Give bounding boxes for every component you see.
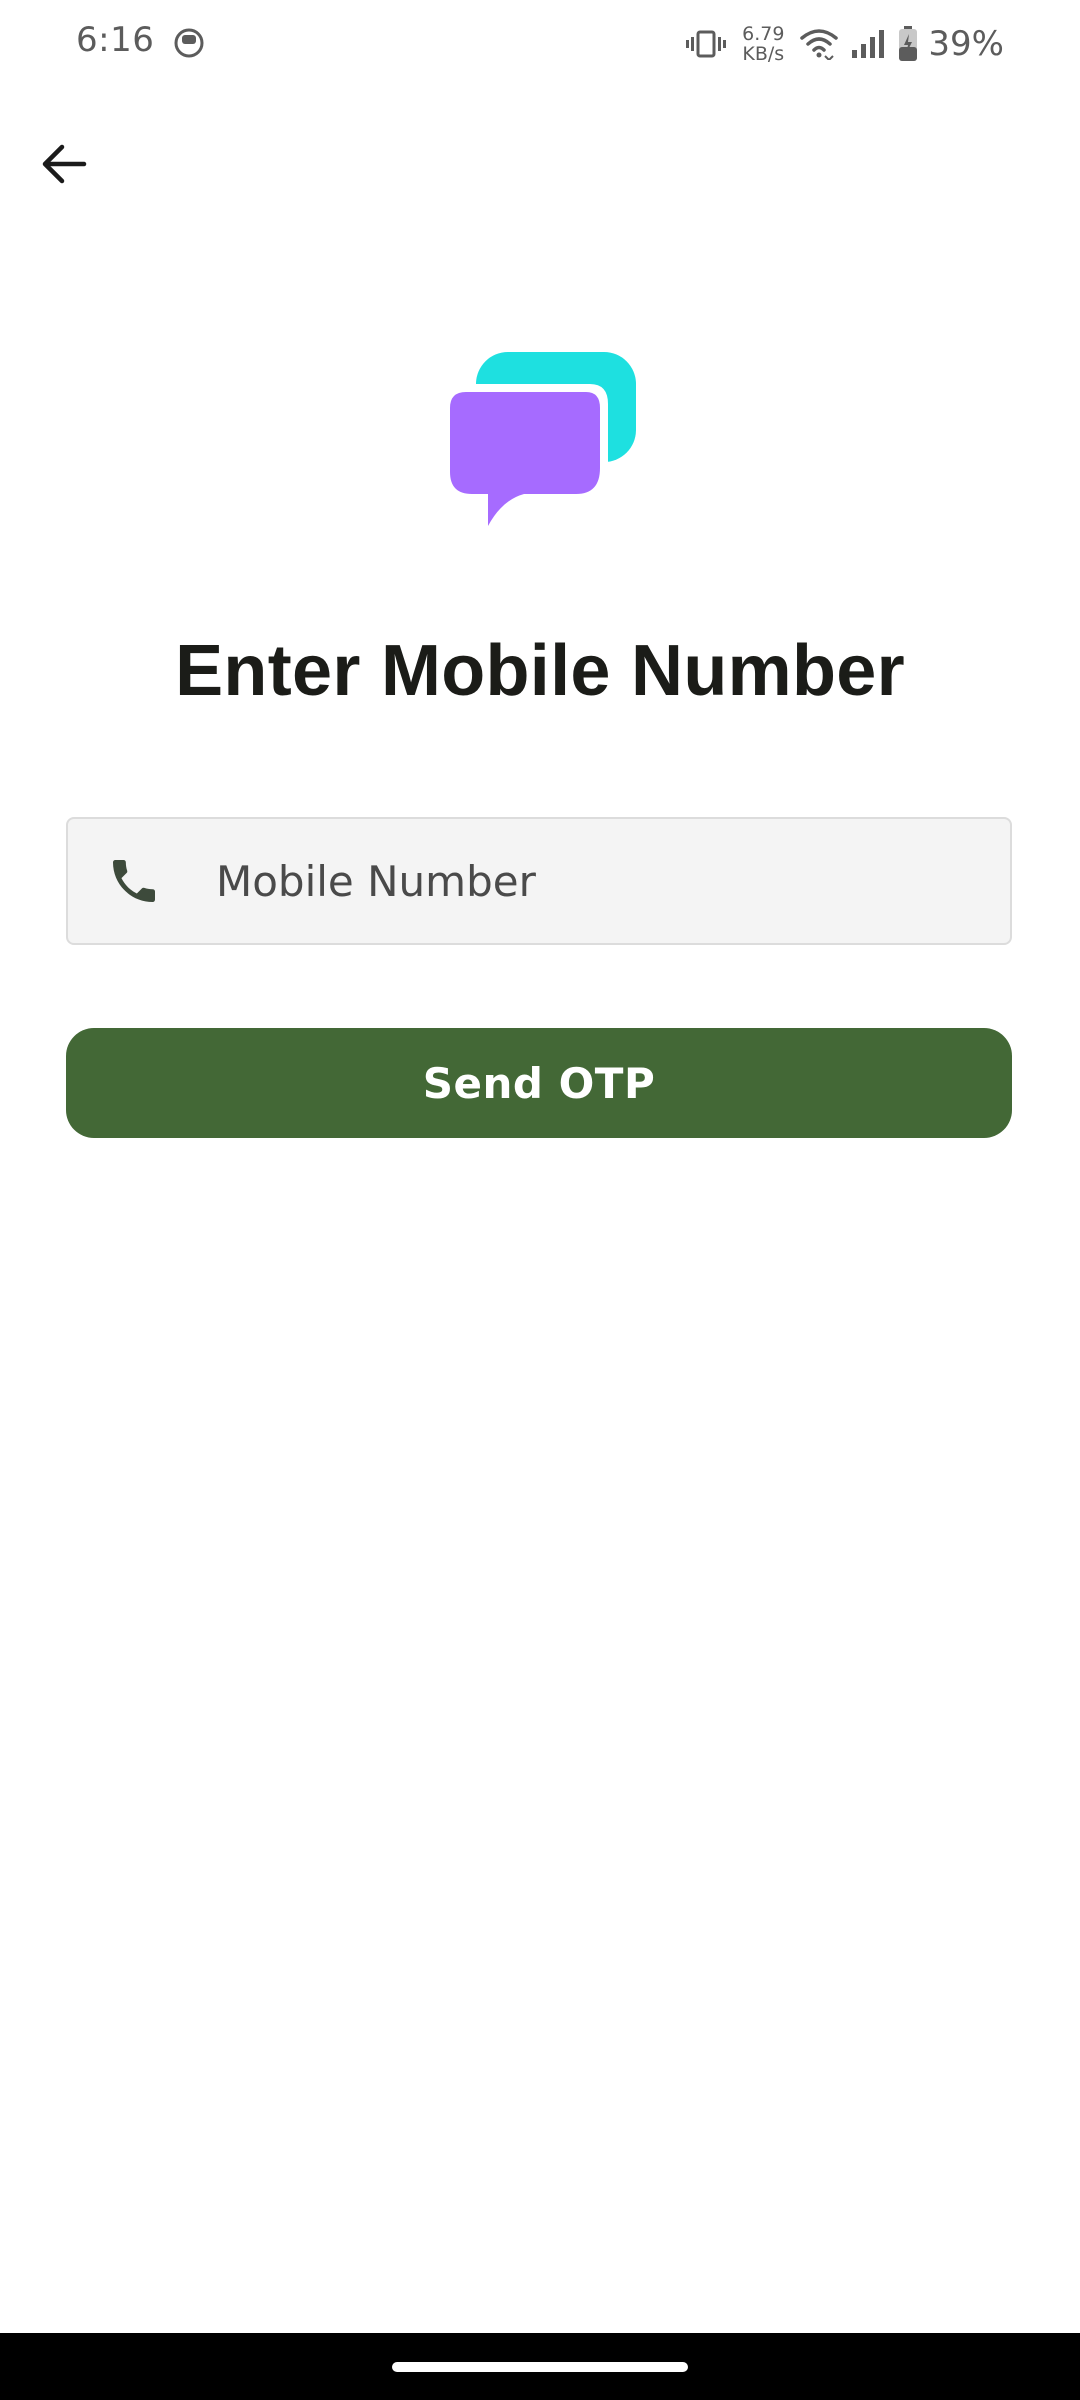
page-title: Enter Mobile Number [175,631,905,711]
battery-charging-icon [898,26,918,62]
arrow-left-icon [38,138,90,195]
vibrate-icon [686,28,727,60]
cellular-signal-icon [850,28,886,60]
login-screen: 6:16 6.79 KB/s 39% Enter Mobile Number M… [0,0,1080,2400]
back-button[interactable] [38,126,90,206]
navigation-bar [0,2333,1080,2400]
status-time: 6:16 [76,20,155,60]
chat-bubbles-logo [440,350,640,540]
network-speed: 6.79 KB/s [742,24,784,64]
network-speed-value: 6.79 [742,23,785,45]
wifi-icon [800,28,839,60]
phone-icon [104,851,164,911]
status-bar: 6:16 6.79 KB/s 39% [0,0,1080,90]
mobile-number-field[interactable] [66,817,1012,945]
notification-app-icon [172,26,206,60]
home-gesture-handle[interactable] [392,2362,688,2372]
mobile-number-input[interactable] [214,855,978,907]
battery-percent: 39% [928,24,1004,64]
network-speed-unit: KB/s [742,43,785,65]
status-icons: 6.79 KB/s 39% [686,20,1004,68]
send-otp-button[interactable]: Send OTP [66,1028,1012,1138]
